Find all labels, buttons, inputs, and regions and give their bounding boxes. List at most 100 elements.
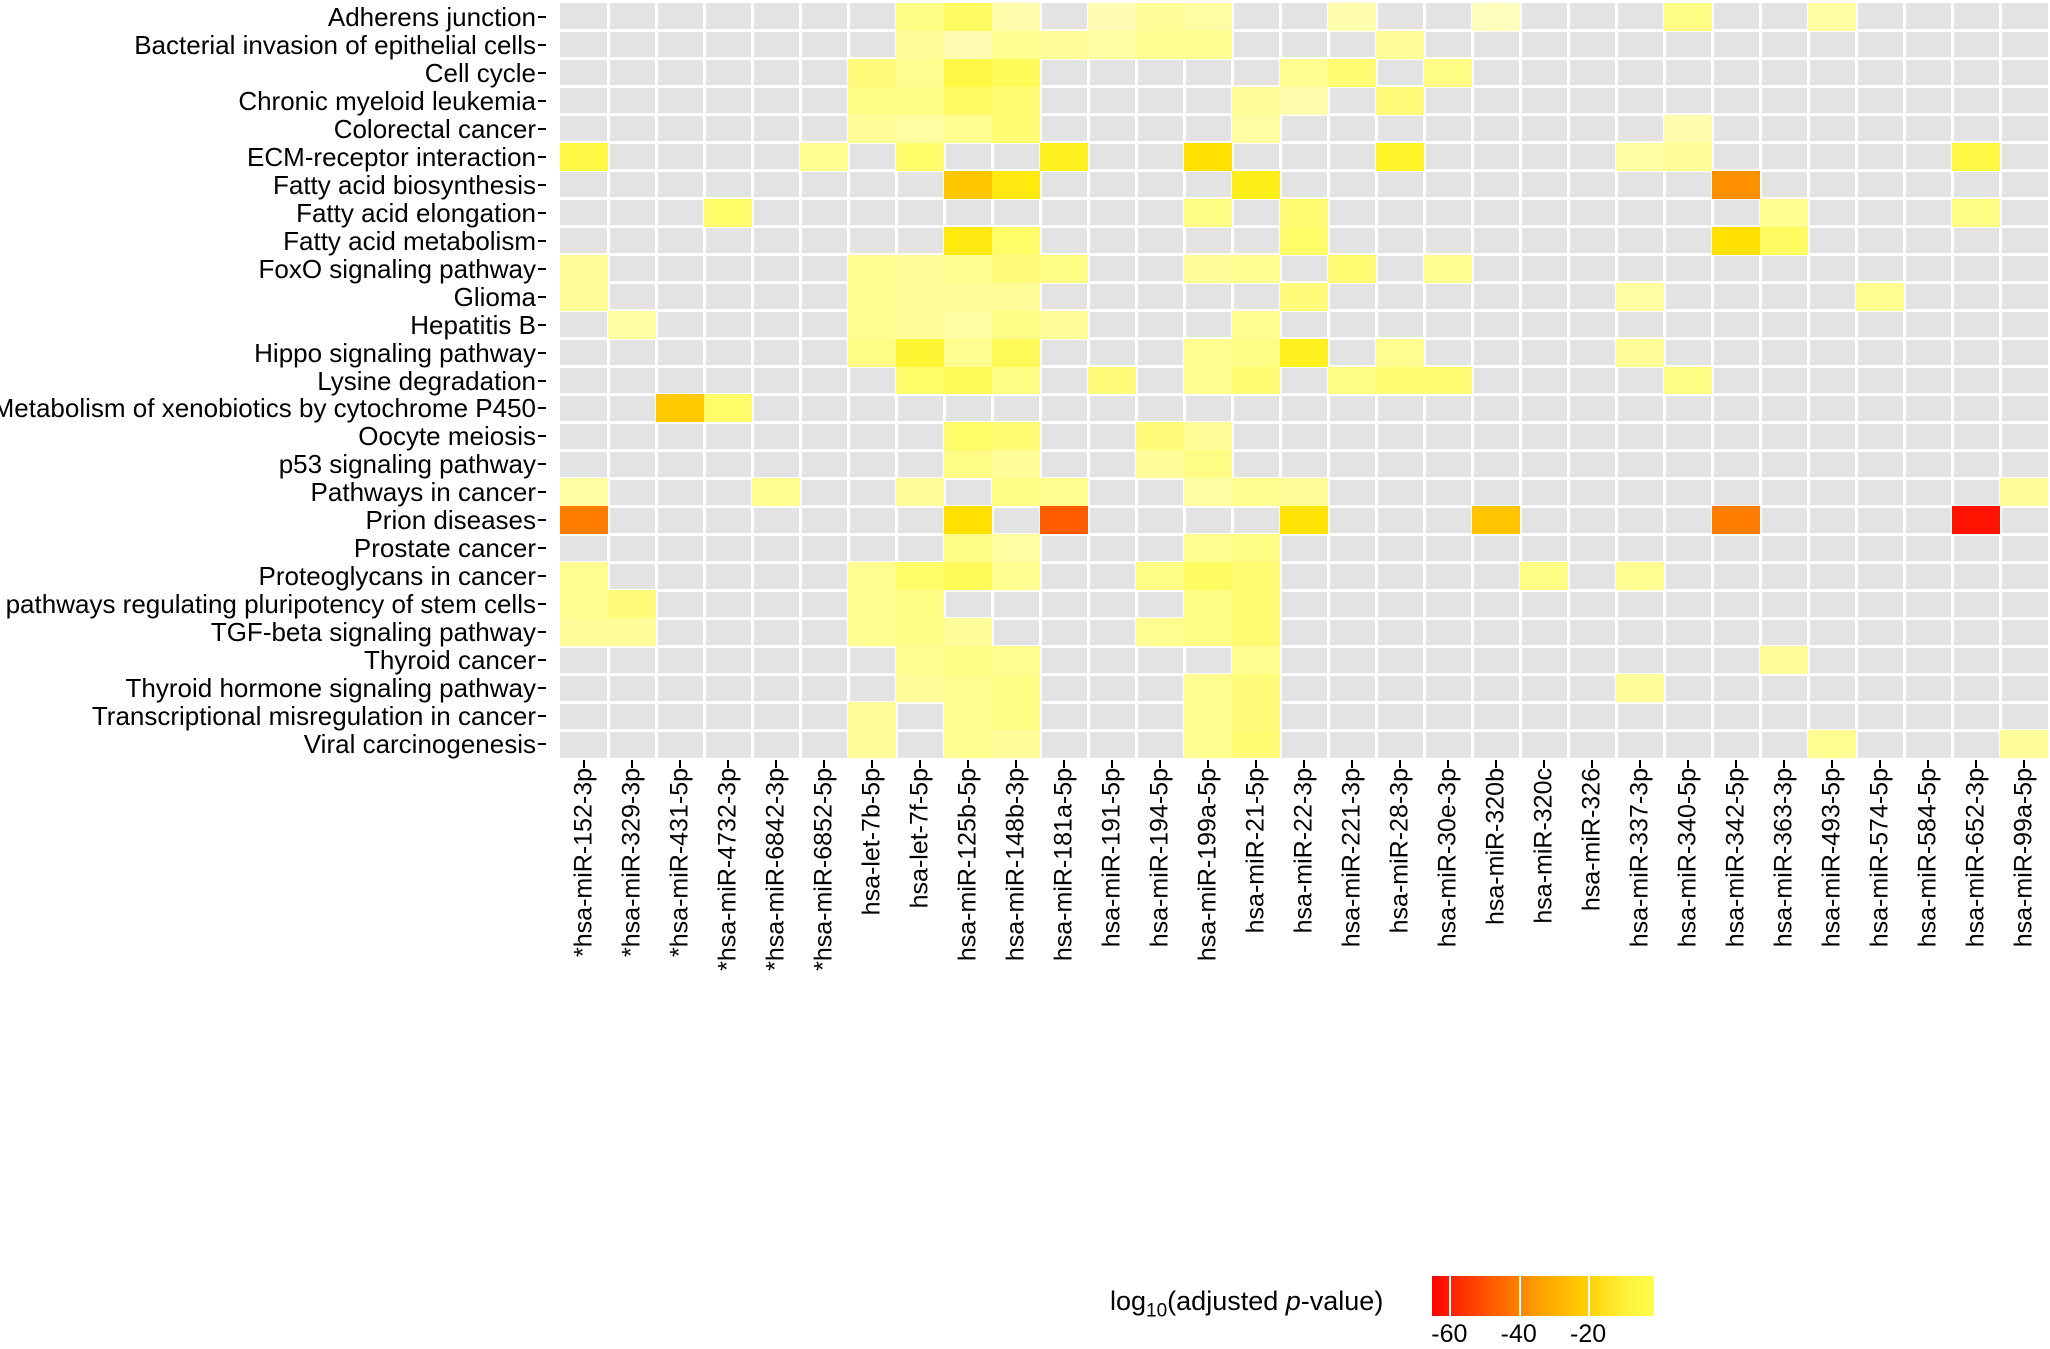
x-axis-tick [1159,760,1161,768]
heatmap-cell [1232,86,1280,115]
heatmap-cell [1712,506,1760,535]
heatmap-cell [800,142,848,171]
heatmap-cell [992,422,1040,451]
heatmap-cell [896,114,944,143]
heatmap-cell [704,394,752,423]
x-axis-tick [775,760,777,768]
x-axis-label-wrap: *hsa-miR-431-5p [663,760,697,990]
x-axis-tick [1447,760,1449,768]
heatmap-cell [1232,366,1280,395]
y-axis-tick [538,603,546,606]
heatmap-cell [752,478,800,507]
heatmap-cell [704,198,752,227]
heatmap-cell [1232,338,1280,367]
x-axis-label-wrap: hsa-miR-652-3p [1959,760,1993,990]
x-axis-label-wrap: hsa-miR-99a-5p [2007,760,2041,990]
heatmap-cell [1136,30,1184,59]
heatmap-cell [1040,254,1088,283]
x-axis-tick [1351,760,1353,768]
y-axis-tick [538,687,546,690]
y-axis-tick [538,435,546,438]
x-axis-label: hsa-miR-194-5p [1145,768,1174,948]
x-axis-tick [823,760,825,768]
y-axis-tick [538,295,546,298]
heatmap-cell [1040,310,1088,339]
y-axis-tick [538,15,546,18]
heatmap-cell [944,450,992,479]
heatmap-cell [992,310,1040,339]
x-axis-tick [1399,760,1401,768]
heatmap-cell [896,310,944,339]
y-axis-tick [538,323,546,326]
heatmap-cell [992,730,1040,758]
y-axis-label: Chronic myeloid leukemia [238,85,536,116]
legend-tick-label: -40 [1500,1320,1537,1348]
heatmap-cell [992,366,1040,395]
heatmap-cell [944,702,992,731]
x-axis-labels: *hsa-miR-152-3p *hsa-miR-329-3p *hsa-miR-4… [560,760,2048,990]
x-axis-tick [1687,760,1689,768]
heatmap-cell [896,282,944,311]
x-axis-label-wrap: hsa-miR-363-3p [1767,760,1801,990]
heatmap-cell [560,590,608,619]
heatmap-cell [608,618,656,647]
heatmap-cell [1040,30,1088,59]
heatmap-cell [944,730,992,758]
x-axis-label: hsa-miR-21-5p [1241,768,1270,934]
heatmap-cell [944,674,992,703]
heatmap-cell [1616,338,1664,367]
x-axis-label: hsa-miR-125b-5p [953,768,982,962]
x-axis-tick [583,760,585,768]
heatmap-cell [1424,58,1472,87]
y-axis-label: Colorectal cancer [333,113,536,144]
y-axis-tick [538,239,546,242]
heatmap-cell [1088,366,1136,395]
heatmap-cell [1232,114,1280,143]
heatmap-cell [1760,198,1808,227]
heatmap-cell [1808,3,1856,31]
heatmap-cell [1184,534,1232,563]
heatmap-cell [1280,226,1328,255]
heatmap-cell [1520,562,1568,591]
heatmap-figure: Adherens junction Bacterial invasion of e… [0,0,2050,1348]
legend: log10(adjusted p-value) -60 -40 -20 [1110,1250,1670,1348]
heatmap-cell [992,30,1040,59]
x-axis-tick [919,760,921,768]
y-axis-tick [538,127,546,130]
y-axis-label: Bacterial invasion of epithelial cells [134,29,536,60]
heatmap-cell [1424,254,1472,283]
heatmap-cell [1232,590,1280,619]
heatmap-cell [992,450,1040,479]
heatmap-cell [1232,674,1280,703]
x-axis-tick [1735,760,1737,768]
y-axis-tick [538,267,546,270]
x-axis-tick [727,760,729,768]
legend-tick [1449,1276,1452,1316]
y-axis-label: ECM-receptor interaction [247,141,536,172]
heatmap-cell [1376,142,1424,171]
heatmap-cell [848,254,896,283]
heatmap-cell [1184,3,1232,31]
heatmap-cell [560,562,608,591]
grid-line-horizontal [560,616,2048,620]
x-axis-label-wrap: hsa-miR-326 [1575,760,1609,990]
heatmap-cell [1952,506,2000,535]
heatmap-cell [992,3,1040,31]
x-axis-tick [1495,760,1497,768]
x-axis-label: hsa-miR-191-5p [1097,768,1126,948]
heatmap-cell [992,478,1040,507]
heatmap-cell [1952,142,2000,171]
heatmap-cell [944,254,992,283]
heatmap-cell [2000,730,2048,758]
x-axis-label: hsa-miR-340-5p [1673,768,1702,948]
legend-title-open: (adjusted [1167,1286,1286,1316]
grid-line-horizontal [560,644,2048,648]
heatmap-cell [1280,198,1328,227]
heatmap-cell [944,170,992,199]
heatmap-cell [1088,3,1136,31]
x-axis-label-wrap: hsa-miR-148b-3p [999,760,1033,990]
heatmap-cell [1856,282,1904,311]
x-axis-label: hsa-let-7f-5p [905,768,934,909]
y-axis-label: FoxO signaling pathway [258,253,536,284]
heatmap-cell [992,86,1040,115]
